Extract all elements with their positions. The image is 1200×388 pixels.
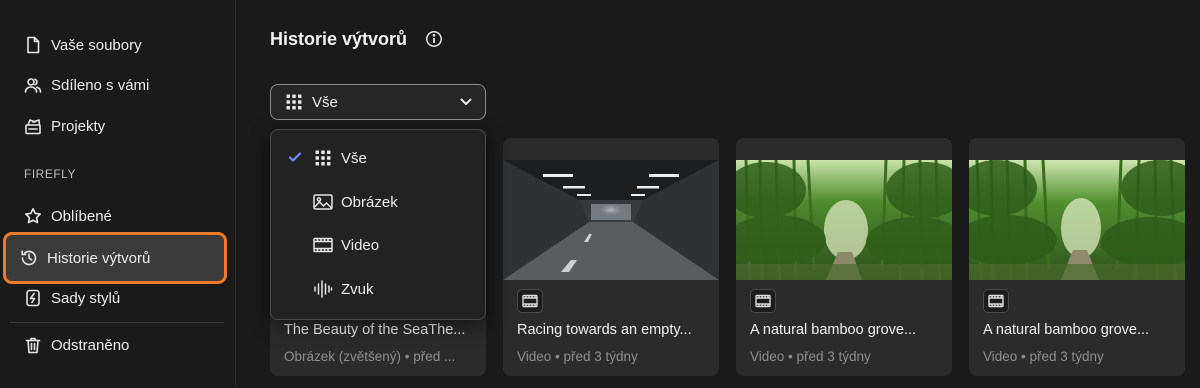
card-meta: Video • před 3 týdny	[750, 349, 871, 364]
sidebar-item-generation-history[interactable]: Historie výtvorů	[3, 232, 227, 284]
card-title: Racing towards an empty...	[517, 322, 692, 338]
history-icon	[20, 249, 38, 267]
card-meta: Video • před 3 týdny	[983, 349, 1104, 364]
sidebar-item-label: Sdíleno s vámi	[51, 76, 150, 94]
sidebar-item-your-files[interactable]: Vaše soubory	[10, 26, 224, 64]
video-type-badge	[983, 289, 1009, 313]
sidebar-item-label: Sady stylů	[51, 289, 121, 307]
checkmark-icon	[288, 150, 302, 164]
projects-icon	[24, 117, 42, 135]
filter-option-image[interactable]: Obrázek	[271, 184, 485, 220]
page-title: Historie výtvorů	[270, 29, 408, 49]
card-thumbnail	[503, 160, 719, 280]
sidebar-divider	[10, 322, 224, 323]
video-icon	[988, 294, 1004, 308]
history-card[interactable]: A natural bamboo grove... Video • před 3…	[969, 138, 1185, 376]
users-icon	[24, 76, 42, 94]
card-thumbnail	[969, 160, 1185, 280]
chevron-down-icon	[459, 95, 473, 109]
filter-option-all[interactable]: Vše	[271, 140, 485, 176]
card-thumbnail	[736, 160, 952, 280]
filter-dropdown-menu: Vše Obrázek Video Zvuk	[270, 129, 486, 320]
grid-icon	[313, 148, 333, 168]
info-icon[interactable]	[425, 30, 443, 48]
video-icon	[522, 294, 538, 308]
audio-icon	[313, 279, 333, 299]
main-content: Historie výtvorů Vše The Beauty of the S…	[237, 0, 1200, 388]
trash-icon	[24, 336, 42, 354]
style-kits-icon	[24, 289, 42, 307]
card-title: A natural bamboo grove...	[750, 322, 917, 338]
sidebar-item-projects[interactable]: Projekty	[10, 107, 224, 145]
sidebar-item-deleted[interactable]: Odstraněno	[10, 326, 224, 364]
file-icon	[24, 36, 42, 54]
video-icon	[313, 235, 333, 255]
filter-selected-label: Vše	[312, 93, 338, 111]
sidebar-item-label: Vaše soubory	[51, 36, 142, 54]
card-title: The Beauty of the SeaThe...	[284, 322, 466, 338]
history-card[interactable]: Racing towards an empty... Video • před …	[503, 138, 719, 376]
filter-option-label: Video	[341, 236, 380, 254]
sidebar-item-favorites[interactable]: Oblíbené	[10, 197, 224, 235]
section-label-firefly: FIREFLY	[24, 167, 76, 181]
filter-option-label: Zvuk	[341, 280, 374, 298]
video-type-badge	[750, 289, 776, 313]
sidebar: Vaše soubory Sdíleno s vámi Projekty FIR…	[0, 0, 236, 388]
card-meta: Obrázek (zvětšený) • před ...	[284, 349, 456, 364]
video-icon	[755, 294, 771, 308]
video-type-badge	[517, 289, 543, 313]
grid-icon	[286, 94, 302, 110]
card-title: A natural bamboo grove...	[983, 322, 1150, 338]
filter-select[interactable]: Vše	[270, 84, 486, 120]
card-meta: Video • před 3 týdny	[517, 349, 638, 364]
sidebar-item-style-kits[interactable]: Sady stylů	[10, 279, 224, 317]
image-icon	[313, 192, 333, 212]
sidebar-item-label: Projekty	[51, 117, 106, 135]
history-card[interactable]: A natural bamboo grove... Video • před 3…	[736, 138, 952, 376]
star-icon	[24, 207, 42, 225]
filter-option-label: Vše	[341, 149, 367, 167]
filter-option-label: Obrázek	[341, 193, 398, 211]
filter-option-video[interactable]: Video	[271, 227, 485, 263]
filter-option-audio[interactable]: Zvuk	[271, 271, 485, 307]
sidebar-item-label: Historie výtvorů	[47, 249, 151, 267]
sidebar-item-label: Oblíbené	[51, 207, 112, 225]
sidebar-item-label: Odstraněno	[51, 336, 130, 354]
sidebar-item-shared[interactable]: Sdíleno s vámi	[10, 66, 224, 104]
